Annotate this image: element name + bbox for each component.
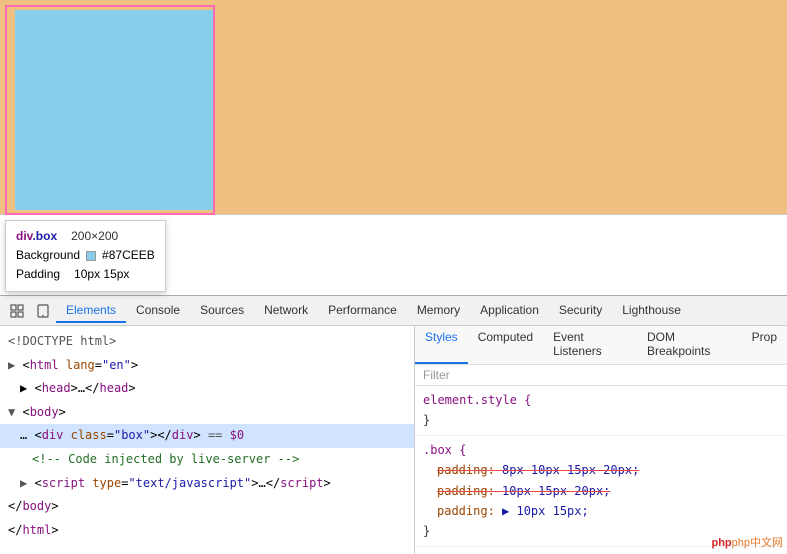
el-head-content: ▶ <head>…</head> bbox=[20, 381, 136, 395]
style-close-element: } bbox=[423, 410, 779, 430]
tooltip-bg-hex: #87CEEB bbox=[102, 246, 155, 265]
el-html-close: </html> bbox=[0, 519, 414, 543]
preview-area bbox=[0, 0, 787, 215]
el-head: ▶ <head>…</head> bbox=[0, 377, 414, 401]
subtab-styles[interactable]: Styles bbox=[415, 326, 468, 364]
style-prop-padding2: padding: 10px 15px 20px; bbox=[423, 481, 779, 501]
inspect-icon[interactable] bbox=[4, 298, 30, 324]
el-html-tag: <html lang="en"> bbox=[22, 358, 138, 372]
tab-application[interactable]: Application bbox=[470, 299, 549, 323]
tab-console[interactable]: Console bbox=[126, 299, 190, 323]
el-body-close: </body> bbox=[0, 495, 414, 519]
box-element bbox=[15, 10, 215, 210]
el-script: ▶ <script type="text/javascript">…</scri… bbox=[0, 472, 414, 496]
tab-memory[interactable]: Memory bbox=[407, 299, 470, 323]
tooltip-padding-label: Padding bbox=[16, 265, 60, 284]
el-div-box[interactable]: … <div class="box"></div> == $0 bbox=[0, 424, 414, 448]
el-script-arrow[interactable]: ▶ bbox=[20, 476, 27, 490]
el-html-close-tag: </html> bbox=[8, 523, 59, 537]
subtab-computed[interactable]: Computed bbox=[468, 326, 543, 364]
subtab-dom-breakpoints[interactable]: DOM Breakpoints bbox=[637, 326, 742, 364]
el-comment-text: <!-- Code injected by live-server --> bbox=[32, 452, 299, 466]
el-html-arrow[interactable]: ▶ bbox=[8, 358, 15, 372]
subtab-event-listeners[interactable]: Event Listeners bbox=[543, 326, 637, 364]
el-doctype: <!DOCTYPE html> bbox=[0, 330, 414, 354]
watermark: phpphp中文网 bbox=[711, 534, 783, 550]
tooltip-bg-label: Background bbox=[16, 246, 80, 265]
styles-panel: Styles Computed Event Listeners DOM Brea… bbox=[415, 326, 787, 554]
tooltip-tag: div bbox=[16, 229, 32, 243]
el-body-close-tag: </body> bbox=[8, 499, 59, 513]
tooltip-class: .box bbox=[32, 229, 57, 243]
tab-sources[interactable]: Sources bbox=[190, 299, 254, 323]
devtools-panel: Elements Console Sources Network Perform… bbox=[0, 295, 787, 554]
style-padding2-strikethrough: padding: 10px 15px 20px; bbox=[437, 484, 610, 498]
tab-network[interactable]: Network bbox=[254, 299, 318, 323]
tooltip-title: div.box bbox=[16, 227, 57, 246]
style-block-element: element.style { } bbox=[415, 386, 787, 436]
style-padding1-strikethrough: padding: 8px 10px 15px 20px; bbox=[437, 463, 639, 477]
tooltip-bg-swatch bbox=[86, 251, 96, 261]
el-doctype-text: <!DOCTYPE html> bbox=[8, 334, 116, 348]
style-selector-element: element.style { bbox=[423, 390, 779, 410]
tooltip-padding-val: 10px 15px bbox=[74, 265, 129, 284]
el-div-dots: … bbox=[20, 428, 34, 442]
device-icon[interactable] bbox=[30, 298, 56, 324]
tab-performance[interactable]: Performance bbox=[318, 299, 407, 323]
tab-lighthouse[interactable]: Lighthouse bbox=[612, 299, 691, 323]
el-div-tag: <div class="box"></div> bbox=[34, 428, 200, 442]
style-padding3-val: ▶ 10px 15px; bbox=[502, 504, 589, 518]
watermark-text: php中文网 bbox=[732, 537, 783, 549]
elements-panel: <!DOCTYPE html> ▶ <html lang="en"> ▶ <he… bbox=[0, 326, 415, 554]
el-html: ▶ <html lang="en"> bbox=[0, 354, 414, 378]
style-selector-box1: .box { bbox=[423, 440, 779, 460]
el-body-tag: <body> bbox=[22, 405, 65, 419]
styles-subtabs: Styles Computed Event Listeners DOM Brea… bbox=[415, 326, 787, 365]
el-comment: <!-- Code injected by live-server --> bbox=[0, 448, 414, 472]
style-padding3-prop: padding: bbox=[437, 504, 495, 518]
devtools-content: <!DOCTYPE html> ▶ <html lang="en"> ▶ <he… bbox=[0, 326, 787, 554]
element-tooltip: div.box 200×200 Background #87CEEB Paddi… bbox=[5, 220, 166, 292]
styles-filter: Filter bbox=[415, 365, 787, 386]
style-block-box: .box { padding: 8px 10px 15px 20px; padd… bbox=[415, 436, 787, 547]
style-prop-padding3: padding: ▶ 10px 15px; bbox=[423, 501, 779, 521]
subtab-prop[interactable]: Prop bbox=[742, 326, 787, 364]
el-div-equals: == bbox=[208, 428, 230, 442]
el-div-dollar: $0 bbox=[230, 428, 244, 442]
el-body: ▼ <body> bbox=[0, 401, 414, 425]
tooltip-size: 200×200 bbox=[71, 227, 118, 246]
el-script-tag: <script type="text/javascript">…</script… bbox=[34, 476, 330, 490]
style-prop-padding1: padding: 8px 10px 15px 20px; bbox=[423, 460, 779, 480]
watermark-php: php bbox=[711, 537, 731, 549]
el-body-arrow[interactable]: ▼ bbox=[8, 405, 15, 419]
tab-elements[interactable]: Elements bbox=[56, 299, 126, 323]
devtools-tab-bar: Elements Console Sources Network Perform… bbox=[0, 296, 787, 326]
filter-placeholder: Filter bbox=[423, 368, 450, 382]
tab-security[interactable]: Security bbox=[549, 299, 612, 323]
